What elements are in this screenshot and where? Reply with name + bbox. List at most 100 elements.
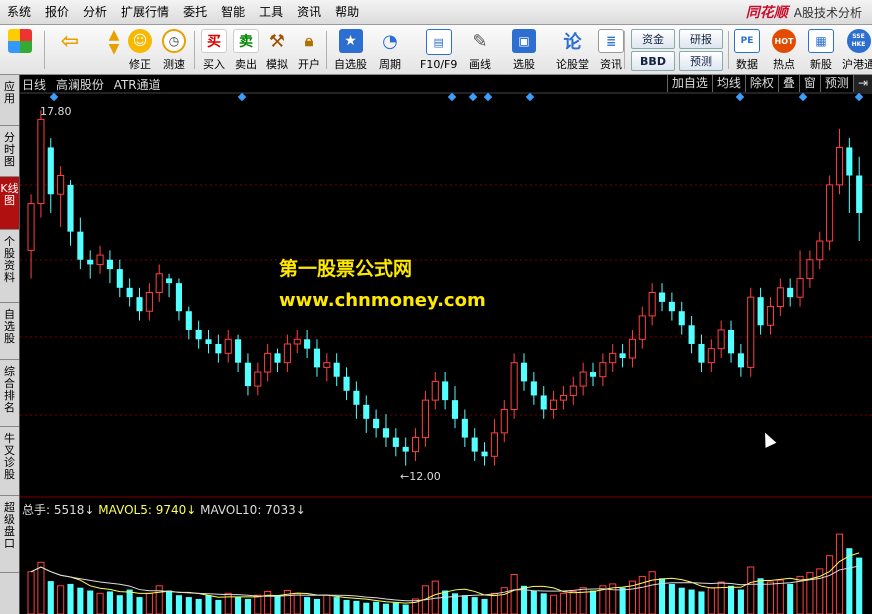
tab-diagnosis[interactable]: 牛叉诊股 <box>0 427 19 496</box>
tab-super-panel[interactable]: 超级盘口 <box>0 496 19 573</box>
window-button[interactable]: 窗 <box>798 75 820 92</box>
menu-item-help[interactable]: 帮助 <box>328 0 366 24</box>
menu-item-quote[interactable]: 报价 <box>38 0 76 24</box>
volume-bar <box>304 597 311 614</box>
volume-bar <box>766 581 775 614</box>
menu-item-extended[interactable]: 扩展行情 <box>114 0 176 24</box>
menu-item-tools[interactable]: 工具 <box>252 0 290 24</box>
predict-button[interactable]: 预测 <box>819 75 853 92</box>
candle-body <box>96 254 104 265</box>
volume-bar <box>678 587 685 614</box>
chart-period[interactable]: 日线 <box>22 78 46 92</box>
watchlist-button[interactable]: ★ 自选股 <box>334 27 367 72</box>
f10-button[interactable]: ▤ F10/F9 <box>420 27 457 72</box>
watermark-url: www.chnmoney.com <box>279 290 486 311</box>
candle-body <box>442 381 449 401</box>
candle-body <box>451 400 459 419</box>
volume-bar <box>727 585 735 614</box>
hk-connect-button[interactable]: SSE HKE 沪港通 <box>842 27 872 72</box>
kline-chart[interactable]: 日线 高澜股份 ATR通道 加自选 均线 除权 叠 窗 预测 ⇥ 17.80 ←… <box>20 75 872 614</box>
sse-hke-icon: SSE HKE <box>846 29 871 53</box>
candle-body <box>293 338 301 345</box>
tab-apps[interactable]: 应用 <box>0 75 19 126</box>
draw-line-button[interactable]: ✎ 画线 <box>468 27 492 72</box>
candle-body <box>323 362 331 368</box>
candle-body <box>609 352 617 364</box>
speed-button[interactable]: ◷ 测速 <box>162 27 186 72</box>
candle-body <box>87 259 94 265</box>
chart-stock-name: 高澜股份 <box>55 78 104 92</box>
buy-button[interactable]: 买 买入 <box>201 27 227 72</box>
news-button[interactable]: ≣ 资讯 <box>598 27 624 72</box>
volume-bar <box>559 592 567 614</box>
ex-rights-button[interactable]: 除权 <box>744 75 778 92</box>
simulate-label: 模拟 <box>266 58 288 71</box>
volume-bar <box>569 590 577 614</box>
new-stock-button[interactable]: ▦ 新股 <box>808 27 834 72</box>
volume-bar <box>145 592 153 614</box>
open-account-button[interactable]: 🔒︎ 开户 <box>297 27 321 72</box>
tab-watchlist[interactable]: 自选股 <box>0 303 19 360</box>
sell-icon: 卖 <box>233 29 259 53</box>
candle-body <box>392 437 399 447</box>
hot-icon: HOT <box>772 29 796 53</box>
buy-label: 买入 <box>203 58 225 71</box>
tab-intraday[interactable]: 分时图 <box>0 126 19 177</box>
kline-chart-canvas[interactable] <box>20 75 872 614</box>
volume-bar <box>195 598 202 614</box>
ma-button[interactable]: 均线 <box>711 75 745 92</box>
pick-stock-button[interactable]: ▣ 选股 <box>512 27 536 72</box>
candle-body <box>796 277 804 298</box>
funds-button[interactable]: 资金 <box>631 29 675 49</box>
event-marker <box>483 92 493 102</box>
volume-bar <box>67 583 74 614</box>
hot-button[interactable]: HOT 热点 <box>772 27 796 72</box>
new-stock-label: 新股 <box>810 58 832 71</box>
volume-bar <box>155 585 163 614</box>
candle-body <box>195 329 202 340</box>
sell-button[interactable]: 卖 卖出 <box>233 27 259 72</box>
data-button[interactable]: PE 数据 <box>734 27 760 72</box>
menu-item-trade[interactable]: 委托 <box>176 0 214 24</box>
exit-icon[interactable]: ⇥ <box>852 75 872 92</box>
candle-body <box>787 287 794 298</box>
candle-body <box>136 297 143 312</box>
candle-body <box>530 381 537 396</box>
period-button[interactable]: ◔ 周期 <box>378 27 402 72</box>
forecast-button[interactable]: 预测 <box>679 51 723 71</box>
back-button[interactable]: ⇦ <box>58 27 82 72</box>
volume-bar <box>471 597 478 614</box>
tab-kline[interactable]: K线图 <box>0 177 19 230</box>
volume-bar <box>707 587 715 614</box>
menu-item-system[interactable]: 系统 <box>0 0 38 24</box>
volume-bar <box>27 571 35 614</box>
modify-button[interactable]: ☺ 修正 <box>128 27 152 72</box>
volume-bar <box>116 595 123 614</box>
menu-item-smart[interactable]: 智能 <box>214 0 252 24</box>
smile-icon: ☺ <box>128 29 152 53</box>
add-watchlist-button[interactable]: 加自选 <box>666 75 712 92</box>
bbd-button[interactable]: BBD <box>631 51 675 71</box>
modify-label: 修正 <box>129 58 151 71</box>
up-down-button[interactable]: ▲ ▼ <box>102 27 126 72</box>
menu-item-news[interactable]: 资讯 <box>290 0 328 24</box>
candle-body <box>678 311 685 326</box>
menu-item-analysis[interactable]: 分析 <box>76 0 114 24</box>
tab-ranking[interactable]: 综合排名 <box>0 360 19 427</box>
left-tab-bar: 应用 分时图 K线图 个股资料 自选股 综合排名 牛叉诊股 超级盘口 <box>0 75 20 614</box>
candle-body <box>382 428 390 438</box>
tab-profile[interactable]: 个股资料 <box>0 230 19 303</box>
layout-button[interactable] <box>8 27 32 72</box>
simulate-button[interactable]: ⚒ 模拟 <box>265 27 289 72</box>
candle-body <box>766 306 775 326</box>
candle-body <box>185 311 192 330</box>
overlay-button[interactable]: 叠 <box>777 75 799 92</box>
candle-body <box>599 362 607 378</box>
windows-icon <box>8 29 32 53</box>
volume-bar <box>185 597 192 614</box>
candle-body <box>215 343 222 354</box>
candle-body <box>540 395 547 410</box>
forum-button[interactable]: 论 论股堂 <box>556 27 589 72</box>
chart-indicator[interactable]: ATR通道 <box>114 78 161 92</box>
research-button[interactable]: 研报 <box>679 29 723 49</box>
